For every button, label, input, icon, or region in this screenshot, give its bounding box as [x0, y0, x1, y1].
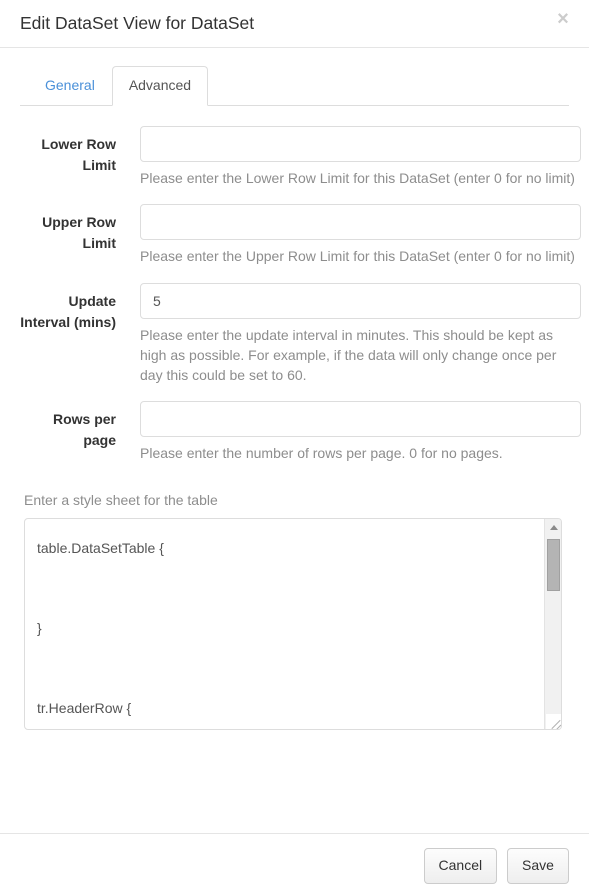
field-rows-per-page: Rows per page Please enter the number of…	[20, 401, 581, 463]
lower-row-limit-input[interactable]	[140, 126, 581, 162]
stylesheet-label: Enter a style sheet for the table	[24, 491, 218, 508]
dialog-footer: Cancel Save	[0, 833, 589, 893]
label-lower-row-limit: Lower Row Limit	[41, 136, 116, 173]
dialog-body: General Advanced Lower Row Limit Please …	[0, 48, 589, 740]
upper-row-limit-input[interactable]	[140, 204, 581, 241]
label-update-interval: Update Interval (mins)	[20, 292, 116, 330]
stylesheet-textarea[interactable]: table.DataSetTable { } tr.HeaderRow { } …	[25, 519, 543, 729]
tab-list: General Advanced	[20, 66, 569, 106]
control-wrap-lower-row-limit: Please enter the Lower Row Limit for thi…	[116, 126, 581, 188]
update-interval-input[interactable]	[140, 282, 581, 319]
label-upper-row-limit: Upper Row Limit	[42, 214, 116, 252]
field-upper-row-limit: Upper Row Limit Please enter the Upper R…	[20, 204, 581, 266]
cancel-button[interactable]: Cancel	[423, 848, 498, 884]
field-lower-row-limit: Lower Row Limit Please enter the Lower R…	[20, 126, 581, 188]
field-update-interval: Update Interval (mins) Please enter the …	[20, 282, 581, 386]
help-update-interval: Please enter the update interval in minu…	[140, 326, 557, 384]
control-wrap-update-interval: Please enter the update interval in minu…	[116, 282, 581, 386]
stylesheet-editor[interactable]: table.DataSetTable { } tr.HeaderRow { } …	[24, 518, 562, 731]
triangle-up-icon[interactable]	[545, 519, 561, 537]
help-upper-row-limit: Please enter the Upper Row Limit for thi…	[140, 248, 575, 265]
close-icon[interactable]: ×	[552, 8, 574, 30]
dialog-header: Edit DataSet View for DataSet ×	[0, 0, 589, 48]
help-rows-per-page: Please enter the number of rows per page…	[140, 445, 503, 462]
label-rows-per-page: Rows per page	[52, 411, 116, 449]
tab-general[interactable]: General	[28, 66, 112, 106]
tab-advanced[interactable]: Advanced	[111, 66, 209, 106]
save-button[interactable]: Save	[507, 848, 569, 884]
page-title: Edit DataSet View for DataSet	[20, 13, 255, 34]
tab-advanced-link[interactable]: Advanced	[111, 66, 209, 106]
tab-general-link[interactable]: General	[28, 66, 112, 106]
control-wrap-upper-row-limit: Please enter the Upper Row Limit for thi…	[116, 204, 581, 266]
stylesheet-section: Enter a style sheet for the table table.…	[20, 490, 569, 731]
resize-grip-icon[interactable]	[546, 714, 561, 730]
stylesheet-scrollbar[interactable]	[544, 519, 561, 730]
control-wrap-rows-per-page: Please enter the number of rows per page…	[116, 401, 581, 463]
rows-per-page-input[interactable]	[140, 401, 581, 438]
scrollbar-thumb[interactable]	[547, 539, 560, 592]
help-lower-row-limit: Please enter the Lower Row Limit for thi…	[140, 170, 575, 186]
